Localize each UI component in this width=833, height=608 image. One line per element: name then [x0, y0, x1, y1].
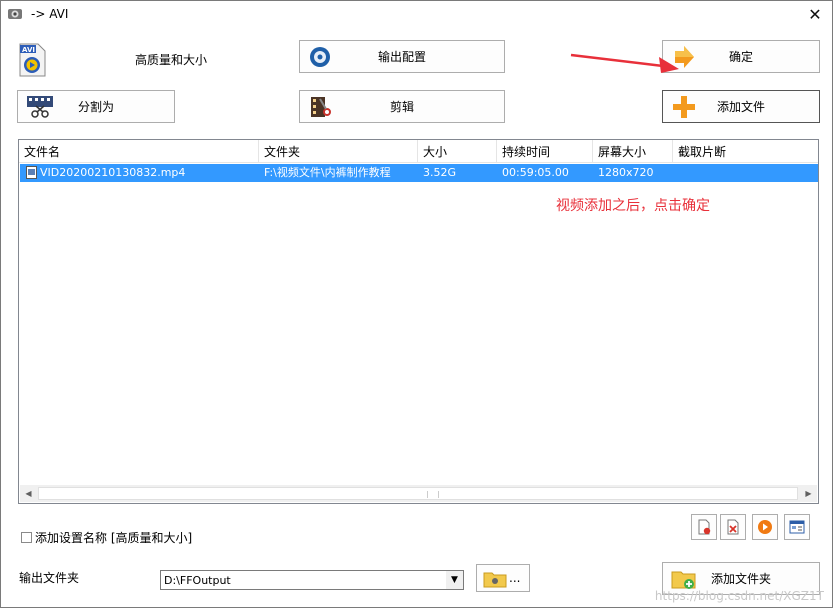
- column-header-filename[interactable]: 文件名: [19, 140, 259, 162]
- output-folder-select[interactable]: D:\FFOutput ▼: [160, 570, 464, 590]
- output-config-label: 输出配置: [377, 50, 426, 64]
- video-file-icon: [26, 166, 37, 179]
- browse-folder-button[interactable]: ...: [476, 564, 530, 592]
- profile-name: 高质量和大小: [135, 53, 208, 67]
- add-file-label: 添加文件: [716, 100, 765, 114]
- column-header-duration[interactable]: 持续时间: [497, 140, 593, 162]
- info-window-icon: [789, 520, 805, 534]
- app-icon: [7, 7, 23, 21]
- cell-size: 3.52G: [423, 166, 457, 179]
- column-header-clip[interactable]: 截取片断: [673, 140, 818, 162]
- chevron-down-icon[interactable]: ▼: [446, 571, 463, 589]
- output-folder-label: 输出文件夹: [19, 571, 80, 585]
- list-header: 文件名 文件夹 大小 持续时间 屏幕大小 截取片断: [19, 140, 818, 163]
- file-remove-icon: [698, 519, 711, 535]
- annotation-text: 视频添加之后，点击确定: [556, 198, 710, 214]
- cell-screen-size: 1280x720: [598, 166, 654, 179]
- converter-window: -> AVI ✕ AVI 高质量和大小 输出配置 确定 分割为 剪辑 添加文件 …: [0, 0, 833, 608]
- cell-filename: VID20200210130832.mp4: [40, 166, 186, 179]
- close-button[interactable]: ✕: [798, 1, 832, 29]
- column-header-screen[interactable]: 屏幕大小: [593, 140, 673, 162]
- output-folder-value: D:\FFOutput: [164, 574, 231, 587]
- browse-label: ...: [509, 571, 521, 585]
- horizontal-scrollbar[interactable]: ◀ ▶: [20, 485, 817, 502]
- table-row[interactable]: VID20200210130832.mp4 F:\视频文件\内裤制作教程 3.5…: [20, 164, 818, 182]
- cell-clip: [678, 164, 808, 182]
- watermark-text: https://blog.csdn.net/XGZ1T: [654, 589, 824, 603]
- file-clear-icon: [727, 519, 739, 535]
- clip-label: 剪辑: [389, 100, 414, 114]
- remove-file-button[interactable]: [691, 514, 717, 540]
- avi-file-icon: AVI: [17, 43, 47, 77]
- window-title: -> AVI: [31, 7, 69, 21]
- column-header-size[interactable]: 大小: [418, 140, 497, 162]
- scroll-right-icon[interactable]: ▶: [800, 485, 817, 502]
- file-list[interactable]: 文件名 文件夹 大小 持续时间 屏幕大小 截取片断 VID20200210130…: [18, 139, 819, 504]
- column-header-folder[interactable]: 文件夹: [259, 140, 418, 162]
- output-config-button[interactable]: 输出配置: [299, 40, 505, 73]
- add-setting-name-label: 添加设置名称 [高质量和大小]: [35, 531, 193, 545]
- svg-text:AVI: AVI: [22, 46, 35, 54]
- clip-button[interactable]: 剪辑: [299, 90, 505, 123]
- play-icon: [758, 520, 772, 534]
- folder-camera-icon: [483, 570, 507, 591]
- cell-duration: 00:59:05.00: [502, 166, 569, 179]
- title-bar: -> AVI ✕: [1, 1, 832, 29]
- add-file-button[interactable]: 添加文件: [662, 90, 820, 123]
- clear-list-button[interactable]: [720, 514, 746, 540]
- split-button[interactable]: 分割为: [17, 90, 175, 123]
- annotation-arrow-icon: [570, 53, 679, 73]
- scroll-left-icon[interactable]: ◀: [20, 485, 37, 502]
- media-info-button[interactable]: [784, 514, 810, 540]
- scroll-thumb[interactable]: [38, 487, 798, 500]
- cell-folder: F:\视频文件\内裤制作教程: [264, 166, 391, 179]
- add-setting-name-checkbox[interactable]: [21, 532, 32, 543]
- split-label: 分割为: [77, 100, 114, 114]
- play-button[interactable]: [752, 514, 778, 540]
